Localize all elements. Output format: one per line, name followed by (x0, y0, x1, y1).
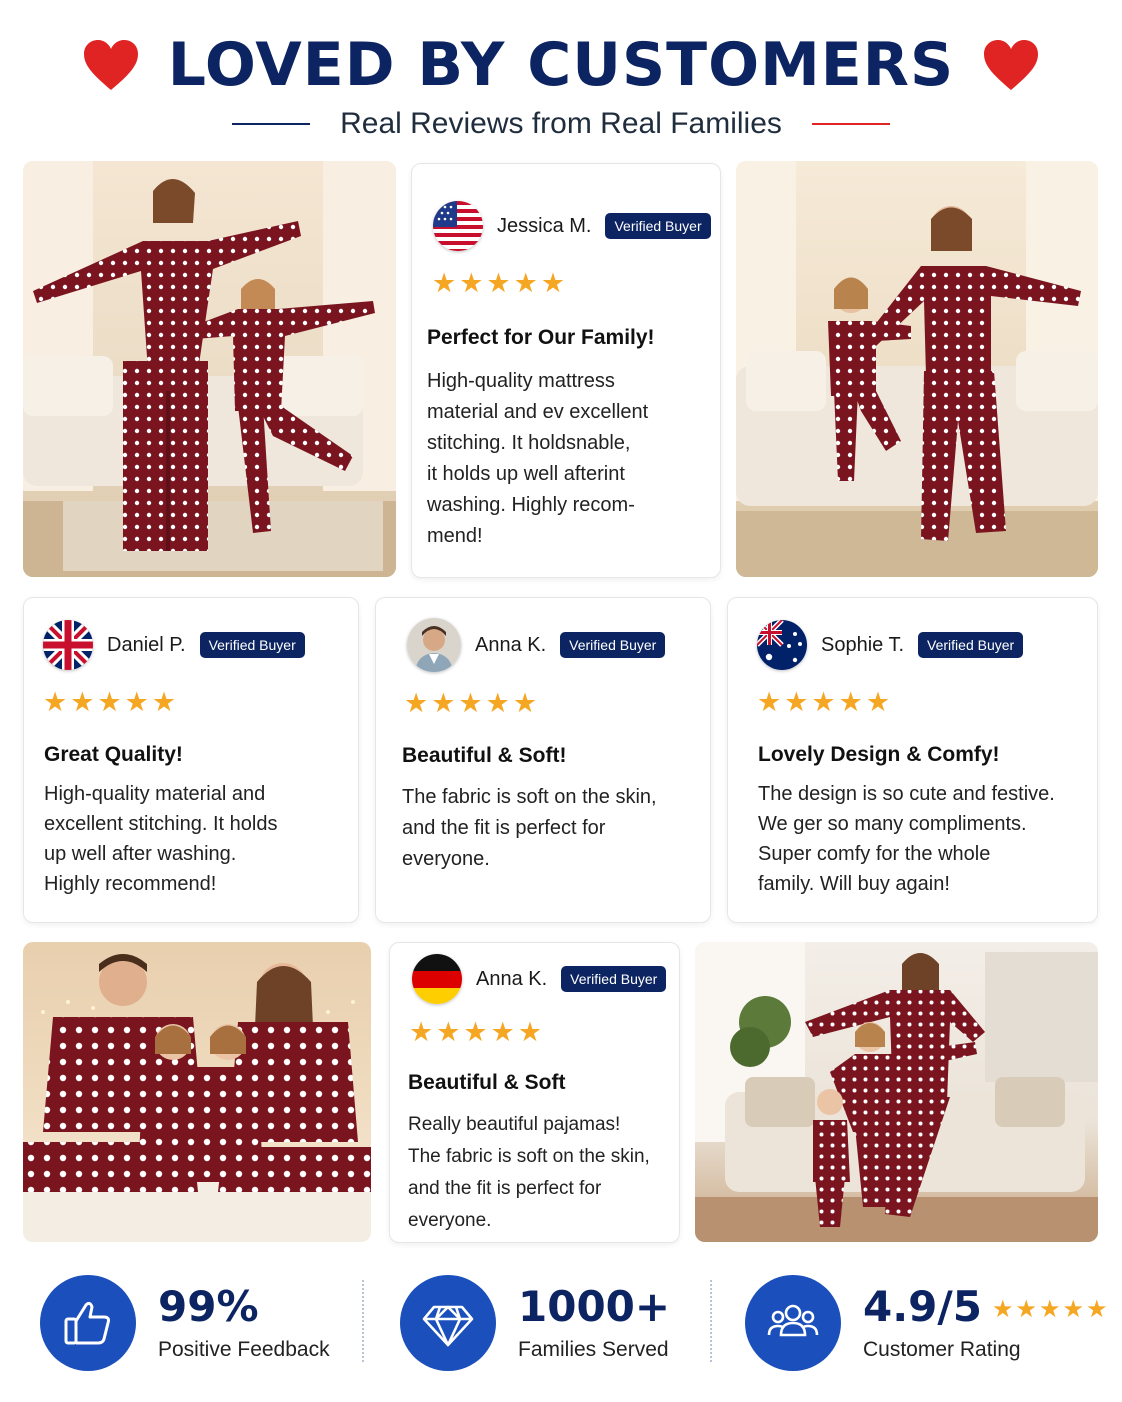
stat-positive-feedback: 99% Positive Feedback (40, 1268, 330, 1378)
review-header: Anna K. Verified Buyer (412, 954, 667, 1004)
uk-flag-icon (43, 620, 93, 670)
star-rating: ★★★★★ (757, 687, 894, 717)
stat-text: 1000+ Families Served (518, 1281, 671, 1362)
subtitle-divider-right (811, 123, 890, 125)
review-line: The fabric is soft on the skin, (408, 1146, 650, 1167)
stat-text: 99% Positive Feedback (158, 1281, 330, 1362)
reviewer-name: Sophie T. (821, 633, 905, 656)
review-line: family. Will buy again! (758, 873, 950, 895)
stat-divider (710, 1280, 712, 1362)
review-line: it holds up well afterint (427, 463, 625, 485)
review-card-anna: Anna K. Verified Buyer ★★★★★ Beautiful &… (375, 597, 711, 923)
review-line: mend! (427, 525, 483, 547)
review-body: The fabric is soft on the skin, and the … (402, 782, 707, 875)
verified-buyer-badge: Verified Buyer (199, 632, 305, 658)
review-card-jessica: Jessica M. Verified Buyer ★★★★★ Perfect … (411, 163, 721, 578)
rating-stars: ★★★★★ (991, 1295, 1110, 1324)
reviewer-name: Anna K. (475, 633, 547, 656)
title-row: LOVED BY CUSTOMERS (0, 30, 1122, 100)
stat-value: 4.9/5 ★★★★★ (863, 1281, 1110, 1331)
family-photo-4 (695, 942, 1098, 1242)
rating-value: 4.9/5 (863, 1281, 982, 1331)
review-title: Beautiful & Soft (408, 1071, 566, 1094)
review-line: everyone. (408, 1210, 492, 1231)
review-line: We ger so many compliments. (758, 813, 1027, 835)
stat-value: 99% (158, 1281, 259, 1331)
stat-value: 1000+ (518, 1281, 671, 1331)
review-line: excellent stitching. It holds (44, 813, 278, 835)
review-card-anna-de: Anna K. Verified Buyer ★★★★★ Beautiful &… (389, 942, 680, 1243)
review-body: The design is so cute and festive. We ge… (758, 779, 1093, 899)
review-line: Highly recommend! (44, 873, 217, 895)
star-rating: ★★★★★ (43, 687, 180, 717)
review-header: Daniel P. Verified Buyer (43, 620, 305, 670)
usa-flag-icon (433, 201, 483, 251)
page-title: LOVED BY CUSTOMERS (167, 30, 955, 100)
family-photo-1 (23, 161, 396, 577)
family-photo-2 (736, 161, 1098, 577)
page-subtitle: Real Reviews from Real Families (340, 107, 782, 140)
review-line: material and ev excellent (427, 401, 649, 423)
avatar (407, 618, 461, 672)
review-body: Really beautiful pajamas! The fabric is … (408, 1109, 678, 1237)
verified-buyer-badge: Verified Buyer (561, 966, 667, 992)
review-body: High-quality mattress material and ev ex… (427, 366, 712, 552)
thumbs-up-icon (40, 1275, 136, 1371)
review-header: Jessica M. Verified Buyer (433, 201, 711, 251)
review-line: up well after washing. (44, 843, 237, 865)
subtitle-row: Real Reviews from Real Families (0, 104, 1122, 144)
review-line: everyone. (402, 848, 490, 870)
review-title: Beautiful & Soft! (402, 744, 567, 767)
review-line: Really beautiful pajamas! (408, 1114, 621, 1135)
heart-icon (984, 40, 1039, 90)
stat-label: Customer Rating (863, 1338, 1021, 1362)
australia-flag-icon (757, 620, 807, 670)
reviewer-name: Daniel P. (107, 633, 186, 656)
stats-bar: 99% Positive Feedback 1000+ Families Ser… (0, 1268, 1122, 1378)
review-header: Sophie T. Verified Buyer (757, 620, 1024, 670)
verified-buyer-badge: Verified Buyer (605, 213, 711, 239)
review-body: High-quality material and excellent stit… (44, 779, 349, 899)
review-title: Lovely Design & Comfy! (758, 743, 1000, 766)
people-icon (745, 1275, 841, 1371)
verified-buyer-badge: Verified Buyer (560, 632, 666, 658)
heart-icon (83, 40, 138, 90)
review-line: The design is so cute and festive. (758, 783, 1055, 805)
stat-customer-rating: 4.9/5 ★★★★★ Customer Rating (745, 1268, 1110, 1378)
review-line: High-quality mattress (427, 370, 615, 392)
review-line: High-quality material and (44, 783, 266, 805)
review-line: and the fit is perfect for (402, 817, 606, 839)
star-rating: ★★★★★ (404, 688, 541, 718)
stat-label: Positive Feedback (158, 1338, 330, 1362)
reviewer-name: Jessica M. (497, 214, 592, 237)
reviewer-name: Anna K. (476, 967, 548, 990)
review-line: and the fit is perfect for (408, 1178, 602, 1199)
germany-flag-icon (412, 954, 462, 1004)
review-line: stitching. It holdsnable, (427, 432, 631, 454)
stat-families-served: 1000+ Families Served (400, 1268, 670, 1378)
review-line: washing. Highly recom- (427, 494, 635, 516)
subtitle-divider-left (232, 123, 311, 125)
star-rating: ★★★★★ (409, 1017, 546, 1047)
review-line: Super comfy for the whole (758, 843, 991, 865)
diamond-icon (400, 1275, 496, 1371)
header: LOVED BY CUSTOMERS Real Reviews from Rea… (0, 22, 1122, 152)
review-card-daniel: Daniel P. Verified Buyer ★★★★★ Great Qua… (23, 597, 359, 923)
review-title: Great Quality! (44, 743, 183, 766)
stat-text: 4.9/5 ★★★★★ Customer Rating (863, 1281, 1110, 1362)
stat-label: Families Served (518, 1338, 669, 1362)
review-header: Anna K. Verified Buyer (407, 618, 666, 672)
family-photo-3 (23, 942, 371, 1242)
stat-divider (362, 1280, 364, 1362)
review-line: The fabric is soft on the skin, (402, 786, 657, 808)
verified-buyer-badge: Verified Buyer (918, 632, 1024, 658)
star-rating: ★★★★★ (432, 268, 569, 298)
review-card-sophie: Sophie T. Verified Buyer ★★★★★ Lovely De… (727, 597, 1098, 923)
review-title: Perfect for Our Family! (427, 326, 655, 349)
